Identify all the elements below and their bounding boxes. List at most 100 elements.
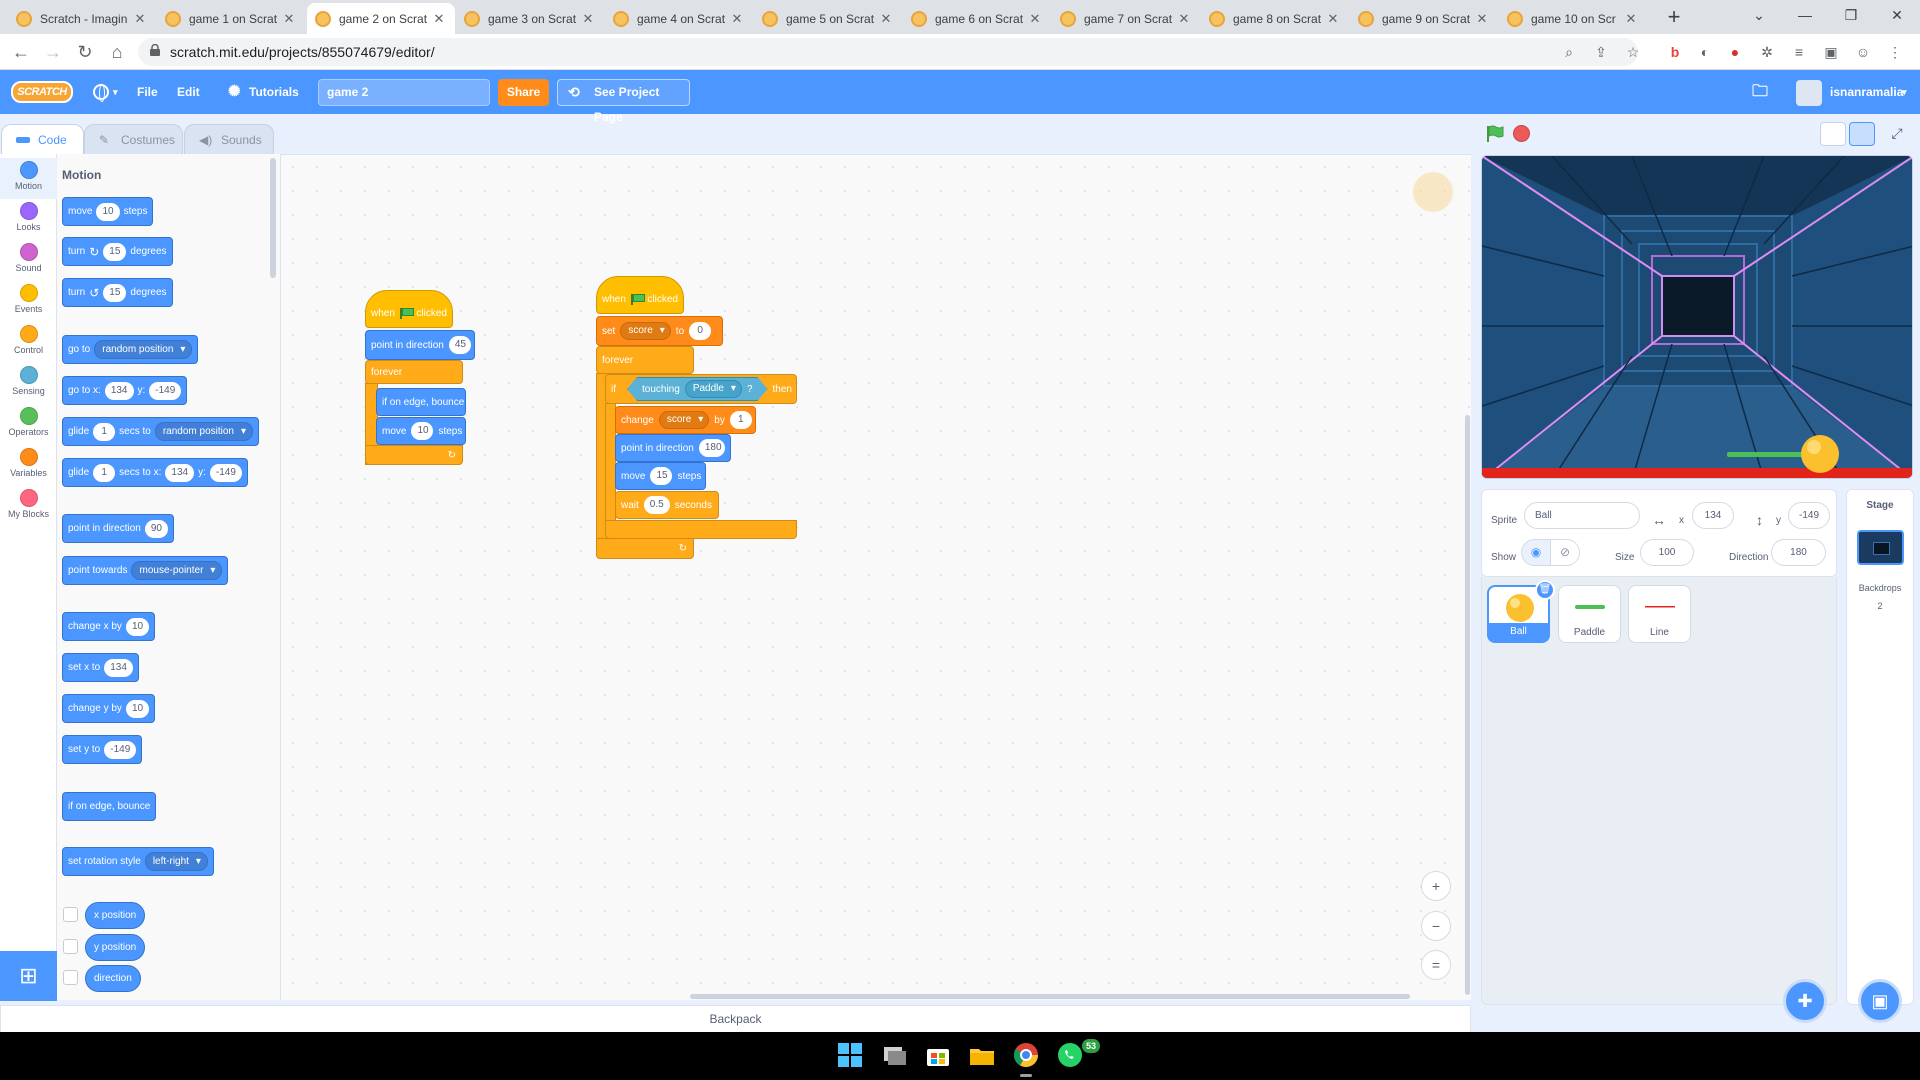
extension-icon[interactable]: ● — [1724, 41, 1746, 63]
browser-tab[interactable]: Scratch - Imagin ✕ — [8, 3, 156, 34]
green-flag-icon[interactable] — [1484, 124, 1504, 144]
reload-icon[interactable]: ↻ — [72, 40, 98, 64]
vertical-scrollbar[interactable] — [1465, 415, 1470, 995]
block-dropdown[interactable]: random position — [94, 340, 193, 359]
point-in-direction-block[interactable]: point in direction 45 — [365, 330, 475, 360]
block-input[interactable]: 15 — [103, 242, 127, 261]
minimize-icon[interactable]: — — [1782, 0, 1828, 30]
category-sensing[interactable]: Sensing — [0, 363, 57, 404]
touching-sensing-block[interactable]: touching Paddle? — [627, 377, 768, 401]
browser-tab[interactable]: game 6 on Scrat ✕ — [903, 3, 1051, 34]
tab-costumes[interactable]: ✎ Costumes — [84, 124, 183, 154]
if-on-edge-bounce-block[interactable]: if on edge, bounce — [376, 388, 466, 416]
direction-checkbox[interactable] — [63, 970, 78, 985]
file-explorer-icon[interactable] — [968, 1041, 996, 1069]
address-bar[interactable]: scratch.mit.edu/projects/855074679/edito… — [138, 38, 1638, 66]
when-flag-clicked-hat-block[interactable]: when clicked — [365, 290, 453, 328]
backdrop-thumbnail[interactable] — [1857, 530, 1904, 565]
go-to-xy-block[interactable]: go to x: 134 y: -149 — [62, 376, 188, 405]
sprite-name-input[interactable]: Ball — [1524, 502, 1640, 529]
browser-tab[interactable]: game 3 on Scrat ✕ — [456, 3, 604, 34]
browser-tab[interactable]: game 1 on Scrat ✕ — [157, 3, 305, 34]
x-input[interactable]: 134 — [1692, 502, 1734, 529]
browser-tab[interactable]: game 10 on Scr ✕ — [1499, 3, 1647, 34]
stage-canvas[interactable] — [1481, 155, 1913, 479]
set-y-block[interactable]: set y to -149 — [62, 735, 143, 764]
change-x-block[interactable]: change x by 10 — [62, 612, 156, 641]
globe-icon[interactable] — [93, 84, 109, 102]
forever-block[interactable]: forever — [365, 360, 463, 384]
back-icon[interactable]: ← — [8, 40, 34, 64]
side-panel-icon[interactable]: ▣ — [1820, 41, 1842, 63]
category-control[interactable]: Control — [0, 322, 57, 363]
close-icon[interactable]: ✕ — [729, 11, 745, 27]
block-input[interactable]: 10 — [125, 617, 150, 636]
block-input[interactable]: -149 — [149, 381, 182, 400]
sprite-tile-paddle[interactable]: Paddle — [1558, 585, 1621, 643]
close-icon[interactable]: ✕ — [1325, 11, 1341, 27]
x-position-checkbox[interactable] — [63, 907, 78, 922]
script-area[interactable] — [281, 154, 1471, 1000]
block-input[interactable]: 10 — [125, 699, 150, 718]
point-in-direction-block[interactable]: point in direction 90 — [62, 514, 174, 543]
block-input[interactable]: 1 — [729, 411, 752, 429]
close-icon[interactable]: ✕ — [1176, 11, 1192, 27]
tab-sounds[interactable]: ◀) Sounds — [184, 124, 274, 154]
move-steps-block[interactable]: move 10 steps — [62, 197, 154, 226]
username[interactable]: isnanramalia — [1830, 70, 1903, 114]
backpack[interactable]: Backpack — [0, 1005, 1471, 1033]
zoom-icon[interactable]: ⌕ — [1558, 41, 1580, 63]
move-steps-block[interactable]: move 10 steps — [376, 417, 466, 445]
media-icon[interactable]: ≡ — [1788, 41, 1810, 63]
profile-icon[interactable]: ☺ — [1852, 41, 1874, 63]
browser-tab-active[interactable]: game 2 on Scrat ✕ — [307, 3, 455, 34]
block-dropdown[interactable]: left-right — [144, 852, 208, 871]
star-icon[interactable]: ☆ — [1622, 41, 1644, 63]
my-stuff-icon[interactable]: 🗀 — [1752, 70, 1768, 114]
x-position-reporter[interactable]: x position — [85, 902, 146, 929]
if-then-block[interactable]: if touching Paddle? then — [605, 374, 797, 404]
zoom-reset-button[interactable]: = — [1421, 950, 1451, 980]
browser-tab[interactable]: game 8 on Scrat ✕ — [1201, 3, 1349, 34]
tutorials-menu[interactable]: Tutorials — [249, 70, 299, 114]
category-sound[interactable]: Sound — [0, 240, 57, 281]
turn-right-block[interactable]: turn ↻ 15 degrees — [62, 237, 173, 266]
new-tab-button[interactable]: + — [1660, 5, 1688, 31]
point-in-direction-block[interactable]: point in direction 180 — [615, 434, 731, 462]
variable-dropdown[interactable]: score — [658, 411, 710, 429]
browser-tab[interactable]: game 4 on Scrat ✕ — [605, 3, 753, 34]
variable-dropdown[interactable]: score — [620, 322, 671, 340]
edit-menu[interactable]: Edit — [177, 70, 200, 114]
close-icon[interactable]: ✕ — [1623, 11, 1639, 27]
block-input[interactable]: 15 — [650, 467, 673, 485]
share-icon[interactable]: ⇪ — [1590, 41, 1612, 63]
browser-tab[interactable]: game 9 on Scrat ✕ — [1350, 3, 1498, 34]
close-icon[interactable]: ✕ — [580, 11, 596, 27]
tab-code[interactable]: Code — [1, 124, 84, 155]
size-input[interactable]: 100 — [1640, 539, 1694, 566]
small-stage-button[interactable] — [1820, 122, 1846, 146]
point-towards-block[interactable]: point towards mouse-pointer — [62, 556, 229, 585]
change-y-block[interactable]: change y by 10 — [62, 694, 156, 723]
chevron-down-icon[interactable]: ▾ — [1902, 70, 1907, 114]
show-visible-button[interactable]: ◉ — [1521, 539, 1551, 566]
when-flag-clicked-hat-block[interactable]: when clicked — [596, 276, 684, 314]
close-icon[interactable]: ✕ — [878, 11, 894, 27]
block-input[interactable]: 0 — [689, 322, 712, 340]
block-input[interactable]: -149 — [104, 740, 137, 759]
category-motion[interactable]: Motion — [0, 158, 57, 199]
change-variable-block[interactable]: change scoreby 1 — [615, 406, 756, 434]
block-input[interactable]: 10 — [96, 202, 120, 221]
block-input[interactable]: 0.5 — [643, 496, 670, 514]
tab-search-icon[interactable]: ⌄ — [1736, 0, 1782, 30]
sprite-tile-line[interactable]: Line — [1628, 585, 1691, 643]
block-input[interactable]: 1 — [93, 463, 116, 482]
fullscreen-icon[interactable]: ⤢ — [1884, 122, 1910, 146]
choose-backdrop-button[interactable]: ▣ — [1858, 979, 1902, 1023]
stop-button[interactable] — [1513, 125, 1530, 142]
stage-selector[interactable]: Stage Backdrops 2 — [1846, 489, 1914, 1005]
zoom-out-button[interactable]: − — [1421, 911, 1451, 941]
if-on-edge-bounce-block[interactable]: if on edge, bounce — [62, 792, 157, 821]
chrome-icon[interactable] — [1012, 1041, 1040, 1069]
close-icon[interactable]: ✕ — [132, 11, 148, 27]
